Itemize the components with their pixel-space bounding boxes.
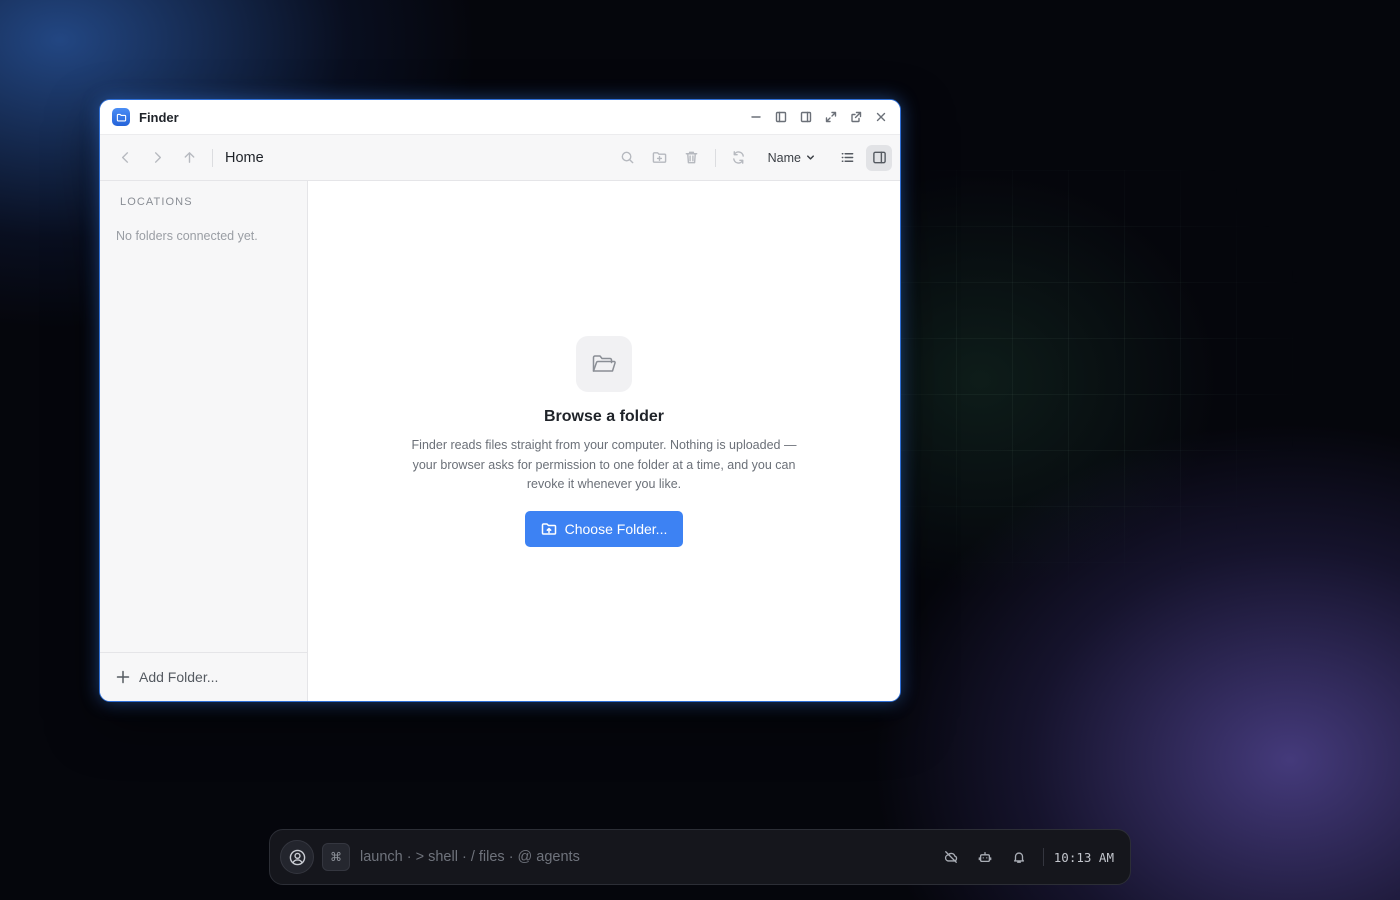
sidebar-toggle-button[interactable] <box>866 144 892 171</box>
user-circle-icon <box>289 849 305 865</box>
clock: 10:13 AM <box>1053 849 1114 865</box>
command-key-button[interactable]: ⌘ <box>322 843 350 871</box>
choose-folder-button[interactable]: Choose Folder... <box>524 510 684 547</box>
taskbar: ⌘ launch · > shell · / files · @ agents … <box>269 829 1131 885</box>
chevron-right-icon <box>154 152 161 163</box>
robot-icon[interactable] <box>977 849 993 865</box>
search-button[interactable] <box>615 145 641 171</box>
chevron-left-icon <box>121 152 128 163</box>
new-folder-button[interactable] <box>647 145 673 171</box>
locations-header: LOCATIONS <box>120 196 193 208</box>
bell-icon[interactable] <box>1011 849 1027 865</box>
right-panel-icon[interactable] <box>797 108 815 126</box>
add-folder-label: Add Folder... <box>139 669 219 685</box>
system-tray: 10:13 AM <box>943 848 1114 866</box>
minimize-icon[interactable] <box>747 108 765 126</box>
window-controls <box>747 108 890 126</box>
add-folder-button[interactable]: Add Folder... <box>100 652 307 701</box>
list-view-button[interactable] <box>834 145 860 171</box>
empty-state: Browse a folder Finder reads files strai… <box>308 336 900 547</box>
cloud-off-icon[interactable] <box>943 849 959 865</box>
refresh-button[interactable] <box>726 145 752 171</box>
back-button[interactable] <box>112 145 138 171</box>
trash-icon <box>685 151 698 164</box>
toolbar-divider <box>212 148 213 167</box>
sort-dropdown[interactable]: Name <box>762 151 822 165</box>
delete-button[interactable] <box>679 145 705 171</box>
folder-plus-icon <box>652 152 667 163</box>
close-icon[interactable] <box>872 108 890 126</box>
chevron-down-icon <box>807 155 814 160</box>
up-button[interactable] <box>176 145 202 171</box>
list-icon <box>841 153 853 162</box>
user-avatar[interactable] <box>280 840 314 874</box>
navigation-buttons <box>112 145 202 171</box>
toolbar-actions: Name <box>615 144 892 171</box>
folder-open-icon <box>576 336 632 392</box>
choose-folder-label: Choose Folder... <box>564 520 668 537</box>
arrow-up-icon <box>184 152 194 163</box>
toolbar-divider <box>714 148 716 167</box>
sidebar: LOCATIONS No folders connected yet. Add … <box>100 181 308 701</box>
title-bar[interactable]: Finder <box>100 100 900 135</box>
breadcrumb[interactable]: Home <box>225 150 264 166</box>
tray-divider <box>1042 848 1044 866</box>
forward-button[interactable] <box>144 145 170 171</box>
pop-out-icon[interactable] <box>847 108 865 126</box>
sidebar-icon <box>872 151 886 164</box>
maximize-icon[interactable] <box>822 108 840 126</box>
plus-icon <box>116 670 130 684</box>
window-title: Finder <box>139 109 179 125</box>
empty-state-title: Browse a folder <box>543 408 665 425</box>
no-folders-message: No folders connected yet. <box>116 229 258 243</box>
empty-state-description: Finder reads files straight from your co… <box>411 438 797 491</box>
sort-label: Name <box>767 150 801 165</box>
toolbar: Home Name <box>100 135 900 181</box>
search-icon <box>621 151 634 164</box>
finder-app-icon <box>112 108 130 126</box>
window-body: LOCATIONS No folders connected yet. Add … <box>100 181 900 701</box>
desktop-grid-pattern <box>900 170 1300 590</box>
command-prompt[interactable]: launch · > shell · / files · @ agents <box>360 849 580 865</box>
left-panel-icon[interactable] <box>772 108 790 126</box>
main-content: Browse a folder Finder reads files strai… <box>308 181 900 701</box>
folder-upload-icon <box>541 522 556 535</box>
finder-window: Finder Home Name LOCATIONS No folders co… <box>99 99 901 702</box>
refresh-icon <box>733 151 745 164</box>
